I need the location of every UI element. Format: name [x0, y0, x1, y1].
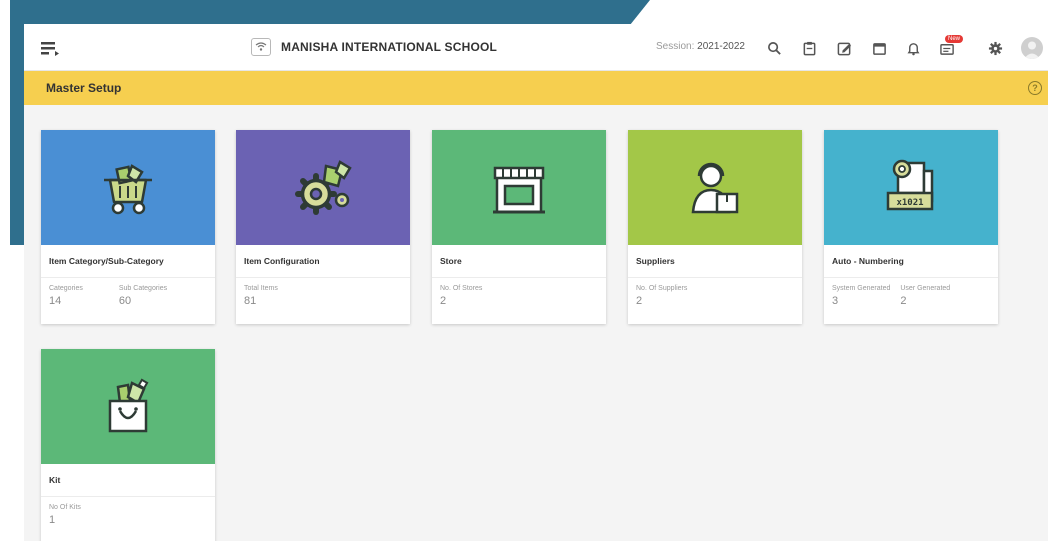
numbering-icon: x1021	[886, 159, 934, 210]
school-name: MANISHA INTERNATIONAL SCHOOL	[281, 40, 498, 54]
card-title: Store	[432, 245, 606, 278]
stat-value: 2	[900, 295, 907, 307]
messages-icon[interactable]: New	[938, 35, 963, 57]
store-icon	[493, 166, 545, 213]
stat-value: 2	[636, 295, 643, 307]
stat-value: 1	[49, 514, 56, 526]
card-title: Kit	[41, 464, 215, 497]
stat-block: No. Of Stores 2	[440, 285, 482, 324]
card-suppliers[interactable]: Suppliers No. Of Suppliers 2	[628, 130, 802, 324]
card-image-store	[432, 130, 606, 245]
school-logo-icon	[251, 38, 271, 56]
card-title: Item Configuration	[236, 245, 410, 278]
stat-label: Categories	[49, 285, 83, 292]
stat-block: No Of Kits 1	[49, 504, 81, 541]
card-auto-numbering[interactable]: x1021 Auto - Numbering System Generated …	[824, 130, 998, 324]
card-stats: Categories 14 Sub Categories 60	[41, 278, 215, 324]
user-avatar[interactable]	[1021, 37, 1043, 59]
stat-block: Sub Categories 60	[119, 285, 167, 324]
session-label: Session:	[656, 41, 695, 52]
page-title: Master Setup	[46, 81, 122, 95]
stat-label: No. Of Stores	[440, 285, 483, 292]
stat-value: 14	[49, 295, 62, 307]
bell-icon[interactable]	[904, 39, 922, 57]
help-icon[interactable]: ?	[1028, 81, 1042, 95]
stat-block: Total Items 81	[244, 285, 278, 324]
card-image-suppliers	[628, 130, 802, 245]
stat-block: Categories 14	[49, 285, 83, 324]
card-item-configuration[interactable]: Item Configuration Total Items 81	[236, 130, 410, 324]
calendar-icon[interactable]	[870, 39, 888, 57]
kit-bag-icon	[108, 378, 149, 432]
stat-block: System Generated 3	[832, 285, 890, 324]
stat-block: User Generated 2	[900, 285, 950, 324]
settings-gear-icon[interactable]	[986, 39, 1004, 57]
edit-icon[interactable]	[835, 39, 853, 57]
clipboard-icon[interactable]	[800, 39, 818, 57]
session-value: 2021-2022	[697, 41, 745, 52]
card-store[interactable]: Store No. Of Stores 2	[432, 130, 606, 324]
menu-icon[interactable]	[41, 40, 59, 56]
page-header-strip: Master Setup ?	[24, 71, 1048, 105]
card-image-item-configuration	[236, 130, 410, 245]
card-item-category[interactable]: Item Category/Sub-Category Categories 14…	[41, 130, 215, 324]
supplier-icon	[691, 162, 739, 213]
stat-value: 2	[440, 295, 447, 307]
stat-value: 81	[244, 295, 257, 307]
stat-label: Total Items	[244, 285, 278, 292]
cart-icon	[104, 163, 152, 214]
stat-label: Sub Categories	[118, 285, 168, 292]
card-title: Suppliers	[628, 245, 802, 278]
stat-label: No Of Kits	[49, 504, 81, 511]
search-icon[interactable]	[765, 39, 783, 57]
notification-badge: New	[944, 35, 963, 43]
card-image-item-category	[41, 130, 215, 245]
stat-value: 3	[832, 295, 839, 307]
numbering-badge-text: x1021	[896, 198, 923, 208]
stat-label: No. Of Suppliers	[636, 285, 688, 292]
gear-items-icon	[295, 159, 352, 215]
stat-value: 60	[118, 295, 132, 307]
top-bar: MANISHA INTERNATIONAL SCHOOL Session: 20…	[24, 24, 1048, 71]
card-stats: No Of Kits 1	[41, 497, 215, 541]
card-title: Auto - Numbering	[824, 245, 998, 278]
card-image-auto-numbering: x1021	[824, 130, 998, 245]
card-title: Item Category/Sub-Category	[41, 245, 215, 278]
card-stats: System Generated 3 User Generated 2	[824, 278, 998, 324]
school-header: MANISHA INTERNATIONAL SCHOOL	[251, 38, 497, 56]
card-kit[interactable]: Kit No Of Kits 1	[41, 349, 215, 541]
app-window: MANISHA INTERNATIONAL SCHOOL Session: 20…	[24, 24, 1048, 541]
card-stats: Total Items 81	[236, 278, 410, 324]
card-image-kit	[41, 349, 215, 464]
card-stats: No. Of Stores 2	[432, 278, 606, 324]
stat-label: System Generated	[832, 285, 891, 292]
session-indicator[interactable]: Session: 2021-2022	[656, 41, 745, 52]
card-stats: No. Of Suppliers 2	[628, 278, 802, 324]
stat-block: No. Of Suppliers 2	[636, 285, 687, 324]
stat-label: User Generated	[900, 285, 951, 292]
